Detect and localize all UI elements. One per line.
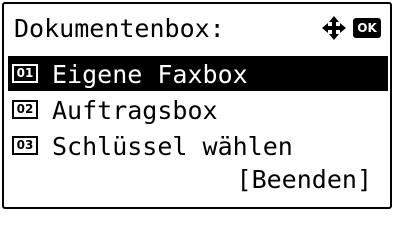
four-way-arrow-icon: [322, 16, 346, 40]
exit-button[interactable]: [Beenden]: [237, 167, 372, 192]
menu-item-schluessel-waehlen[interactable]: 03 Schlüssel wählen: [8, 128, 388, 163]
menu-item-number: 02: [12, 100, 38, 119]
menu-item-label: Auftragsbox: [52, 96, 218, 125]
screen-title: Dokumentenbox:: [14, 14, 225, 43]
lcd-panel: Dokumentenbox: OK 01 Eigene Faxbox 02 Au…: [2, 2, 392, 209]
menu-item-number: 01: [12, 64, 38, 83]
ok-button[interactable]: OK: [353, 18, 381, 38]
menu-item-label: Schlüssel wählen: [52, 132, 293, 161]
menu-item-number: 03: [12, 136, 38, 155]
menu-item-label: Eigene Faxbox: [52, 60, 248, 89]
menu-item-eigene-faxbox[interactable]: 01 Eigene Faxbox: [8, 56, 388, 91]
menu-item-auftragsbox[interactable]: 02 Auftragsbox: [8, 92, 388, 127]
